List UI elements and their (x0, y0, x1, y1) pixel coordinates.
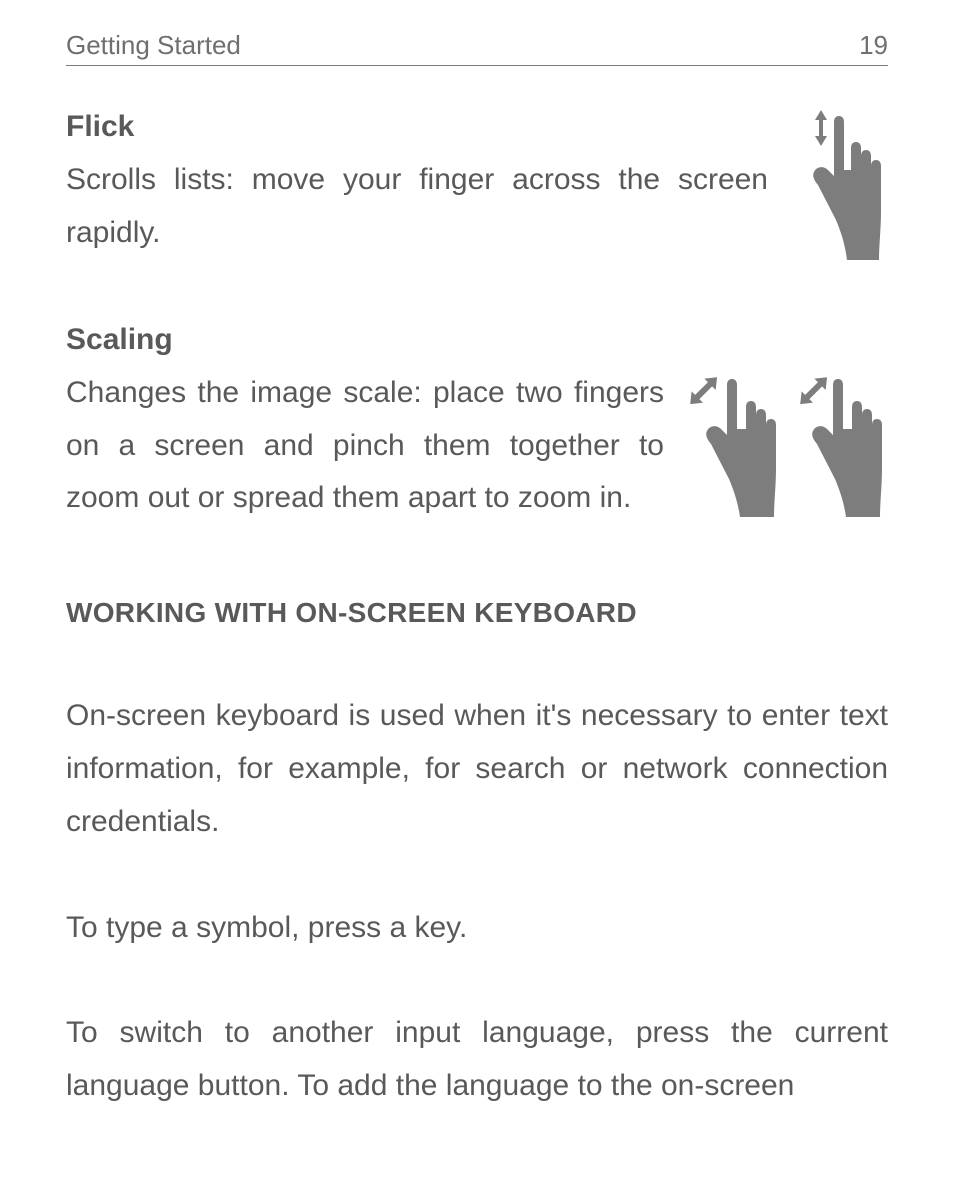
gesture-scaling-heading: Scaling (66, 323, 664, 357)
gesture-flick-body: Scrolls lists: move your finger across t… (66, 154, 768, 259)
chapter-title: Getting Started (66, 30, 241, 61)
page-number: 19 (859, 30, 888, 61)
pinch-hands-icon (688, 369, 888, 519)
paragraph-2: To type a symbol, press a key. (66, 901, 888, 954)
gesture-scaling-body: Changes the image scale: place two finge… (66, 367, 664, 525)
running-head: Getting Started 19 (66, 30, 888, 66)
gesture-scaling-block: Scaling Changes the image scale: place t… (66, 323, 888, 525)
paragraph-1: On-screen keyboard is used when it's nec… (66, 689, 888, 849)
manual-page: Getting Started 19 Flick Scrolls lists: … (0, 0, 954, 1185)
section-title-keyboard: WORKING WITH ON-SCREEN KEYBOARD (66, 597, 888, 629)
gesture-flick-heading: Flick (66, 110, 768, 144)
gesture-flick-block: Flick Scrolls lists: move your finger ac… (66, 110, 888, 265)
flick-hand-icon (803, 110, 883, 265)
paragraph-3: To switch to another input language, pre… (66, 1006, 888, 1113)
